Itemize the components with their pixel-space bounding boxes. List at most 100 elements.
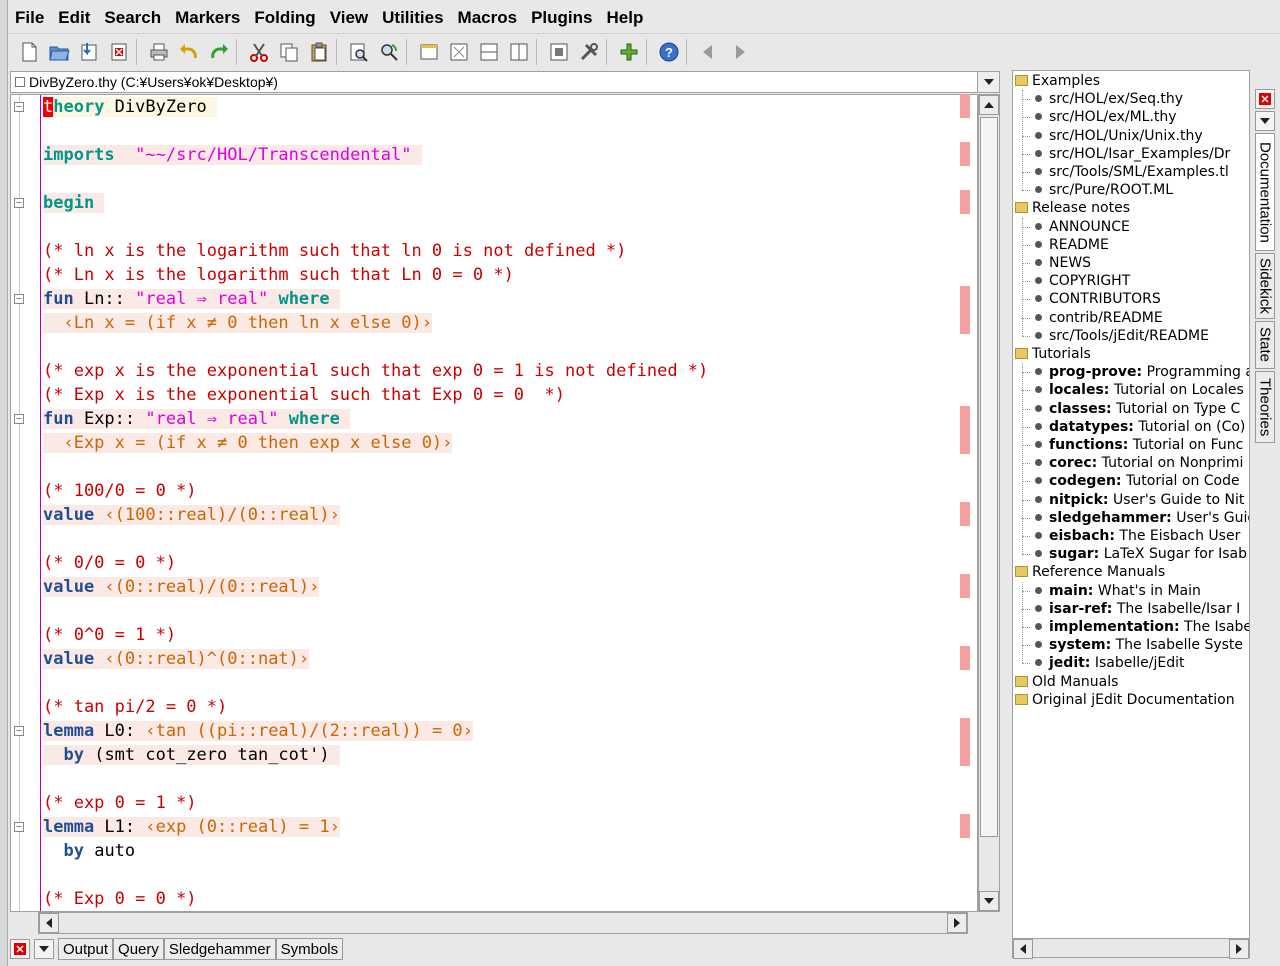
plugin-manager-icon[interactable]: [614, 37, 644, 67]
code-line[interactable]: value ‹(0::real)^(0::nat)›: [43, 647, 967, 671]
unsplit-icon[interactable]: [444, 37, 474, 67]
tree-item[interactable]: corec: Tutorial on Nonprimi: [1035, 454, 1243, 472]
tree-item[interactable]: src/Tools/jEdit/README: [1035, 327, 1209, 345]
buffer-checkbox[interactable]: [15, 77, 25, 87]
tab-theories[interactable]: Theories: [1255, 371, 1275, 443]
chevron-down-icon[interactable]: [1255, 111, 1275, 131]
close-icon[interactable]: [104, 37, 134, 67]
menu-help[interactable]: Help: [599, 2, 650, 34]
tree-item[interactable]: codegen: Tutorial on Code: [1035, 472, 1240, 490]
code-line[interactable]: [43, 863, 967, 887]
menu-view[interactable]: View: [323, 2, 375, 34]
tree-item[interactable]: README: [1035, 236, 1109, 254]
tree-item[interactable]: functions: Tutorial on Func: [1035, 436, 1243, 454]
code-line[interactable]: theory DivByZero: [43, 95, 967, 119]
code-line[interactable]: (* exp x is the exponential such that ex…: [43, 359, 967, 383]
scroll-right-icon[interactable]: [1229, 939, 1249, 959]
new-file-icon[interactable]: [14, 37, 44, 67]
fold-toggle-icon[interactable]: −: [14, 198, 24, 208]
fold-toggle-icon[interactable]: −: [14, 294, 24, 304]
tree-item[interactable]: nitpick: User's Guide to Nit: [1035, 491, 1244, 509]
code-area[interactable]: theory DivByZero imports "~~/src/HOL/Tra…: [43, 95, 967, 911]
code-line[interactable]: [43, 527, 967, 551]
back-icon[interactable]: [694, 37, 724, 67]
tree-item[interactable]: src/Pure/ROOT.ML: [1035, 181, 1173, 199]
code-line[interactable]: fun Exp:: "real ⇒ real" where: [43, 407, 967, 431]
tree-item[interactable]: src/HOL/Unix/Unix.thy: [1035, 127, 1203, 145]
text-editor[interactable]: − − − − − − theory DivByZero imports "~~/src/…: [10, 94, 978, 912]
tree-item[interactable]: contrib/README: [1035, 309, 1163, 327]
tree-item[interactable]: eisbach: The Eisbach User: [1035, 527, 1240, 545]
tab-query[interactable]: Query: [113, 938, 164, 960]
buffer-options-icon[interactable]: [544, 37, 574, 67]
editor-horizontal-scrollbar[interactable]: [38, 912, 968, 934]
code-line[interactable]: (* 0^0 = 1 *): [43, 623, 967, 647]
code-line[interactable]: ‹Ln x = (if x ≠ 0 then ln x else 0)›: [43, 311, 967, 335]
code-line[interactable]: value ‹(100::real)/(0::real)›: [43, 503, 967, 527]
code-line[interactable]: [43, 335, 967, 359]
find-icon[interactable]: [344, 37, 374, 67]
open-file-icon[interactable]: [44, 37, 74, 67]
tree-folder[interactable]: Tutorials: [1015, 345, 1091, 363]
code-line[interactable]: ‹Exp x = (if x ≠ 0 then exp x else 0)›: [43, 431, 967, 455]
code-line[interactable]: [43, 599, 967, 623]
chevron-down-icon[interactable]: [34, 939, 54, 959]
menu-search[interactable]: Search: [97, 2, 168, 34]
tree-folder[interactable]: Old Manuals: [1015, 673, 1118, 691]
code-line[interactable]: (* Exp x is the exponential such that Ex…: [43, 383, 967, 407]
new-view-icon[interactable]: [414, 37, 444, 67]
code-line[interactable]: lemma L0: ‹tan ((pi::real)/(2::real)) = …: [43, 719, 967, 743]
code-line[interactable]: (* exp 0 = 1 *): [43, 791, 967, 815]
code-line[interactable]: by (smt cot_zero tan_cot'): [43, 743, 967, 767]
menu-file[interactable]: File: [8, 2, 51, 34]
menu-folding[interactable]: Folding: [247, 2, 322, 34]
scroll-down-icon[interactable]: [979, 891, 999, 911]
tab-output[interactable]: Output: [58, 938, 114, 960]
tree-folder[interactable]: Reference Manuals: [1015, 563, 1165, 581]
tab-state[interactable]: State: [1255, 321, 1275, 369]
replace-icon[interactable]: [374, 37, 404, 67]
code-line[interactable]: begin: [43, 191, 967, 215]
tab-sidekick[interactable]: Sidekick: [1255, 253, 1275, 319]
tree-item[interactable]: NEWS: [1035, 254, 1091, 272]
code-line[interactable]: imports "~~/src/HOL/Transcendental": [43, 143, 967, 167]
fold-toggle-icon[interactable]: −: [14, 414, 24, 424]
tab-symbols[interactable]: Symbols: [275, 938, 344, 960]
code-line[interactable]: [43, 455, 967, 479]
tree-item[interactable]: src/Tools/SML/Examples.tl: [1035, 163, 1229, 181]
tree-item[interactable]: implementation: The Isabe: [1035, 618, 1249, 636]
tree-item[interactable]: sugar: LaTeX Sugar for Isab: [1035, 545, 1247, 563]
tree-item[interactable]: src/HOL/Isar_Examples/Dr: [1035, 145, 1230, 163]
code-line[interactable]: [43, 215, 967, 239]
tree-item[interactable]: src/HOL/ex/Seq.thy: [1035, 90, 1183, 108]
buffer-switcher[interactable]: DivByZero.thy (C:¥Users¥ok¥Desktop¥): [10, 71, 1000, 93]
menu-markers[interactable]: Markers: [168, 2, 247, 34]
close-icon[interactable]: [10, 939, 30, 959]
tab-sledgehammer[interactable]: Sledgehammer: [163, 938, 276, 960]
tree-item[interactable]: datatypes: Tutorial on (Co): [1035, 418, 1245, 436]
menu-utilities[interactable]: Utilities: [375, 2, 450, 34]
code-line[interactable]: [43, 167, 967, 191]
tree-item[interactable]: ANNOUNCE: [1035, 218, 1130, 236]
editor-vertical-scrollbar[interactable]: [978, 94, 1000, 912]
scroll-up-icon[interactable]: [979, 95, 999, 115]
paste-icon[interactable]: [304, 37, 334, 67]
split-horizontal-icon[interactable]: [474, 37, 504, 67]
code-line[interactable]: [43, 671, 967, 695]
tree-item[interactable]: main: What's in Main: [1035, 582, 1201, 600]
code-line[interactable]: (* ln x is the logarithm such that ln 0 …: [43, 239, 967, 263]
menu-plugins[interactable]: Plugins: [524, 2, 599, 34]
code-line[interactable]: (* tan pi/2 = 0 *): [43, 695, 967, 719]
tree-item[interactable]: prog-prove: Programming a: [1035, 363, 1249, 381]
tree-item[interactable]: jedit: Isabelle/jEdit: [1035, 654, 1184, 672]
code-line[interactable]: [43, 767, 967, 791]
tree-folder[interactable]: Examples: [1015, 72, 1100, 90]
scroll-right-icon[interactable]: [947, 913, 967, 933]
split-vertical-icon[interactable]: [504, 37, 534, 67]
code-line[interactable]: (* Ln x is the logarithm such that Ln 0 …: [43, 263, 967, 287]
tree-item[interactable]: src/HOL/ex/ML.thy: [1035, 108, 1177, 126]
code-line[interactable]: (* 0/0 = 0 *): [43, 551, 967, 575]
undo-icon[interactable]: [174, 37, 204, 67]
documentation-horizontal-scrollbar[interactable]: [1012, 938, 1250, 959]
tree-item[interactable]: CONTRIBUTORS: [1035, 290, 1161, 308]
